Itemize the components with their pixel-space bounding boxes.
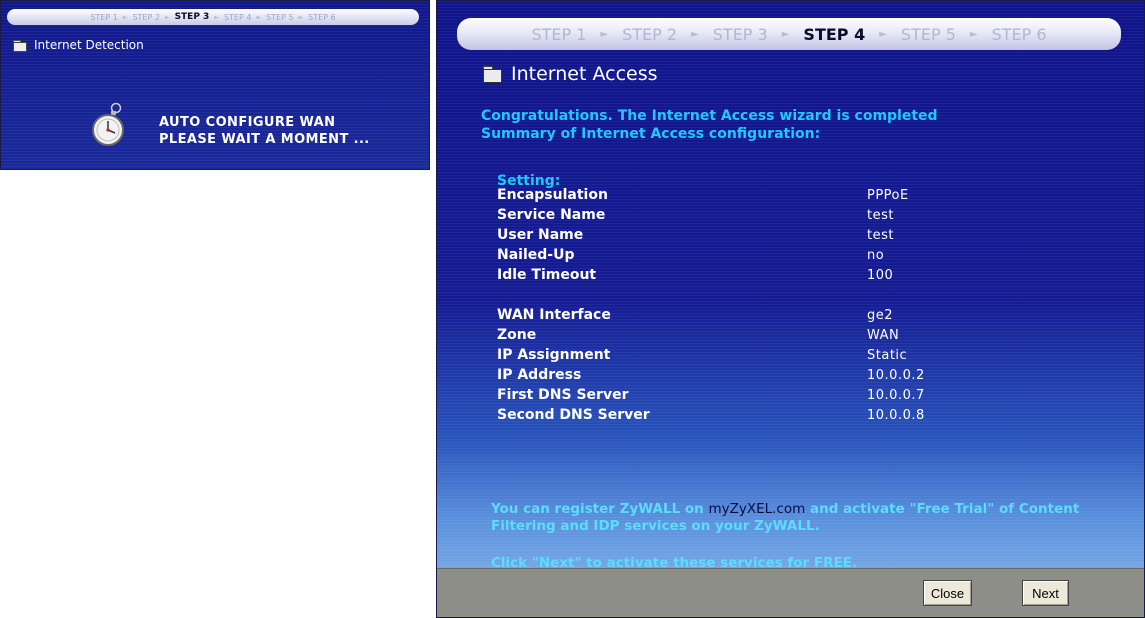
summary-label: Zone bbox=[497, 327, 537, 343]
wizard-footer: Close Next bbox=[437, 568, 1144, 617]
step-arrow-icon: ► bbox=[214, 13, 219, 21]
summary-row-encapsulation: Encapsulation PPPoE bbox=[497, 185, 1057, 205]
summary-value: Static bbox=[867, 347, 908, 363]
step-arrow-icon: ► bbox=[122, 13, 128, 21]
step-3: STEP 3 bbox=[712, 24, 768, 44]
folder-icon bbox=[483, 66, 502, 83]
summary-value: 10.0.0.8 bbox=[867, 407, 925, 423]
step-6: STEP 6 bbox=[308, 12, 336, 22]
close-button[interactable]: Close bbox=[923, 580, 972, 606]
wait-message-line2: PLEASE WAIT A MOMENT ... bbox=[159, 132, 370, 147]
summary-label: Nailed-Up bbox=[497, 247, 575, 263]
summary-label: WAN Interface bbox=[497, 307, 611, 323]
step-progress-bar: STEP 1 ► STEP 2 ► STEP 3 ► STEP 4 ► STEP… bbox=[457, 18, 1121, 50]
step-5: STEP 5 bbox=[900, 24, 956, 44]
summary-intro: Summary of Internet Access configuration… bbox=[481, 126, 821, 142]
completion-line: Congratulations. The Internet Access wiz… bbox=[481, 108, 938, 124]
register-notice: You can register ZyWALL on myZyXEL.com a… bbox=[491, 501, 1131, 535]
step-1: STEP 1 bbox=[531, 24, 587, 44]
step-4: STEP 4 bbox=[223, 12, 252, 22]
auto-configure-panel: STEP 1 ► STEP 2 ► STEP 3 ► STEP 4 ► STEP… bbox=[0, 0, 430, 170]
summary-value: PPPoE bbox=[867, 187, 909, 203]
summary-row-idle-timeout: Idle Timeout 100 bbox=[497, 265, 1057, 285]
stopwatch-icon bbox=[92, 102, 124, 146]
step-2: STEP 2 bbox=[622, 24, 678, 44]
step-5: STEP 5 bbox=[266, 12, 294, 22]
step-arrow-icon: ► bbox=[256, 13, 262, 21]
summary-value: WAN bbox=[867, 327, 900, 343]
summary-value: no bbox=[867, 247, 885, 263]
summary-label: Encapsulation bbox=[497, 187, 608, 203]
summary-row-zone: Zone WAN bbox=[497, 325, 1057, 345]
summary-row-first-dns: First DNS Server 10.0.0.7 bbox=[497, 385, 1057, 405]
step-arrow-icon: ► bbox=[164, 13, 170, 21]
step-2: STEP 2 bbox=[132, 12, 160, 22]
wait-message: AUTO CONFIGURE WAN PLEASE WAIT A MOMENT … bbox=[159, 114, 370, 148]
summary-label: Second DNS Server bbox=[497, 407, 650, 423]
summary-row-nailed-up: Nailed-Up no bbox=[497, 245, 1057, 265]
step-arrow-icon: ► bbox=[781, 28, 790, 40]
internet-access-wizard: STEP 1 ► STEP 2 ► STEP 3 ► STEP 4 ► STEP… bbox=[436, 0, 1145, 618]
myzyxel-link[interactable]: myZyXEL.com bbox=[708, 501, 805, 517]
page-title: Internet Access bbox=[511, 63, 658, 85]
summary-value: test bbox=[867, 207, 894, 223]
step-arrow-icon: ► bbox=[879, 28, 887, 40]
step-1: STEP 1 bbox=[90, 12, 118, 22]
summary-value: 100 bbox=[867, 267, 894, 283]
summary-row-service-name: Service Name test bbox=[497, 205, 1057, 225]
step-3-active: STEP 3 bbox=[174, 12, 210, 22]
step-arrow-icon: ► bbox=[691, 28, 699, 40]
summary-row-ip-assignment: IP Assignment Static bbox=[497, 345, 1057, 365]
summary-row-second-dns: Second DNS Server 10.0.0.8 bbox=[497, 405, 1057, 425]
summary-row-user-name: User Name test bbox=[497, 225, 1057, 245]
completion-message: Congratulations. The Internet Access wiz… bbox=[481, 107, 938, 143]
page-title-row: Internet Access bbox=[483, 63, 658, 85]
step-arrow-icon: ► bbox=[298, 13, 304, 21]
summary-label: User Name bbox=[497, 227, 584, 243]
summary-value: 10.0.0.7 bbox=[867, 387, 925, 403]
summary-value: 10.0.0.2 bbox=[867, 367, 925, 383]
step-progress-bar: STEP 1 ► STEP 2 ► STEP 3 ► STEP 4 ► STEP… bbox=[7, 9, 419, 25]
section-title: Internet Detection bbox=[34, 38, 144, 52]
configuration-summary: Encapsulation PPPoE Service Name test Us… bbox=[497, 185, 1057, 425]
summary-value: test bbox=[867, 227, 894, 243]
step-arrow-icon: ► bbox=[969, 28, 978, 40]
summary-label: IP Assignment bbox=[497, 347, 611, 363]
step-4-active: STEP 4 bbox=[803, 24, 866, 44]
step-arrow-icon: ► bbox=[600, 28, 609, 40]
step-6: STEP 6 bbox=[991, 24, 1047, 44]
next-button[interactable]: Next bbox=[1022, 580, 1069, 606]
section-header: Internet Detection bbox=[13, 38, 144, 52]
wait-message-line1: AUTO CONFIGURE WAN bbox=[159, 115, 336, 130]
summary-value: ge2 bbox=[867, 307, 894, 323]
summary-label: Idle Timeout bbox=[497, 267, 597, 283]
summary-label: IP Address bbox=[497, 367, 582, 383]
summary-label: Service Name bbox=[497, 207, 606, 223]
register-prefix: You can register ZyWALL on bbox=[491, 501, 709, 517]
summary-label: First DNS Server bbox=[497, 387, 629, 403]
summary-row-ip-address: IP Address 10.0.0.2 bbox=[497, 365, 1057, 385]
summary-spacer bbox=[497, 285, 1057, 305]
folder-icon bbox=[13, 39, 27, 52]
summary-row-wan-interface: WAN Interface ge2 bbox=[497, 305, 1057, 325]
